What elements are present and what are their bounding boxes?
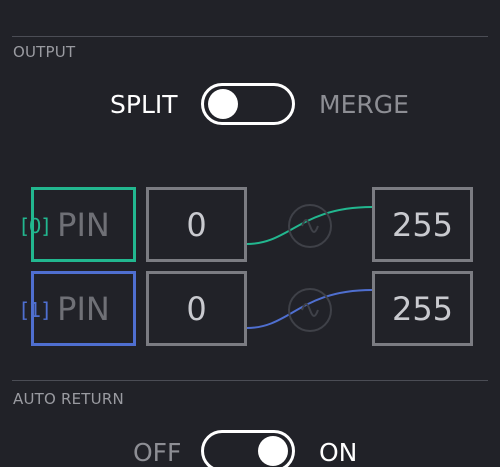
split-merge-toggle-knob[interactable] [208,89,238,119]
auto-return-toggle-knob[interactable] [258,436,288,466]
channel-1-max-value: 255 [391,289,454,328]
channel-0-pin-label: PIN [57,205,110,244]
off-label[interactable]: OFF [133,438,181,467]
sine-wave-icon [301,219,319,233]
auto-return-divider [12,380,488,381]
channel-0-max-value: 255 [391,205,454,244]
channel-1-max-input[interactable]: 255 [372,271,473,346]
channel-1-pin-select[interactable]: PIN [31,271,136,346]
channel-0-max-input[interactable]: 255 [372,187,473,262]
output-divider [12,36,488,37]
split-merge-toggle[interactable] [201,83,295,125]
auto-return-toggle[interactable] [201,430,295,467]
merge-label[interactable]: MERGE [319,90,409,120]
on-label[interactable]: ON [319,438,357,467]
output-section-label: OUTPUT [13,43,76,61]
widget-settings-panel: OUTPUT SPLIT MERGE [0] PIN 0 255 [1] PIN… [0,0,500,467]
channel-1-pin-label: PIN [57,289,110,328]
channel-0-min-input[interactable]: 0 [146,187,247,262]
split-label[interactable]: SPLIT [110,90,178,120]
channel-0-min-value: 0 [186,205,207,244]
channel-0-sine-wave-icon[interactable] [288,204,332,248]
channel-1-sine-wave-icon[interactable] [288,288,332,332]
auto-return-section-label: AUTO RETURN [13,390,124,408]
channel-1-min-value: 0 [186,289,207,328]
channel-0-pin-select[interactable]: PIN [31,187,136,262]
sine-wave-icon [301,303,319,317]
channel-1-min-input[interactable]: 0 [146,271,247,346]
